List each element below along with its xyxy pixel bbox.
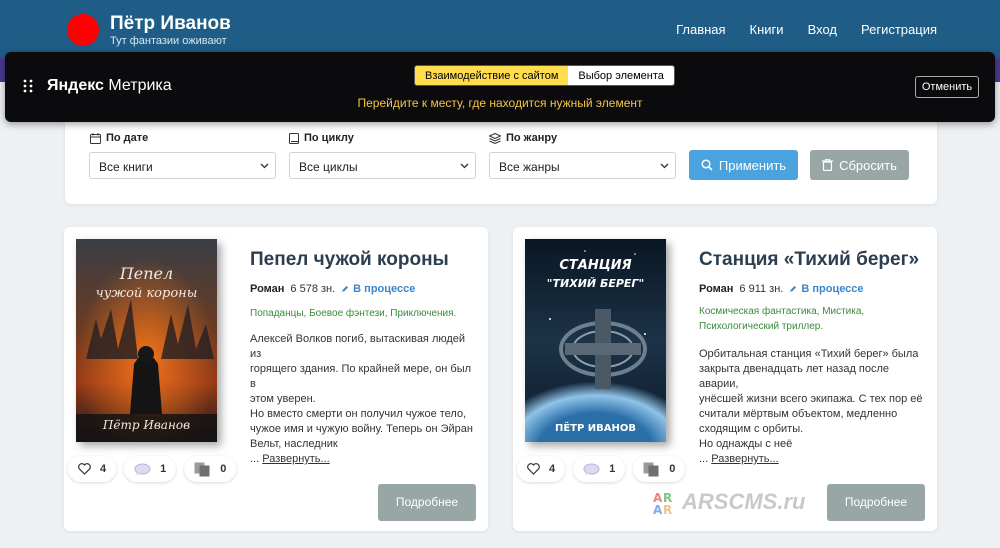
brand-logo[interactable]	[67, 14, 99, 46]
cover-author: ПЁТР ИВАНОВ	[555, 420, 636, 434]
apply-filters-button[interactable]: Применить	[689, 150, 798, 180]
book-card: Пепел чужой короны Пётр Иванов Пепел чуж…	[64, 227, 488, 531]
details-button[interactable]: Подробнее	[827, 484, 925, 521]
likes-counter[interactable]: 4	[517, 456, 566, 482]
book-cover[interactable]: Пепел чужой короны Пётр Иванов	[76, 239, 217, 442]
mode-toggle: Взаимодействие с сайтом Выбор элемента	[414, 65, 675, 86]
filter-cycle-label: По циклу	[289, 132, 354, 144]
pages-icon	[643, 462, 659, 476]
trash-icon	[822, 159, 834, 171]
book-cover[interactable]: СТАНЦИЯ "ТИХИЙ БЕРЕГ" ПЁТР ИВАНОВ	[525, 239, 666, 442]
cover-title-line-1: Пепел	[119, 264, 173, 283]
book-icon	[289, 132, 299, 144]
site-title[interactable]: Пётр Иванов	[110, 13, 231, 35]
book-length: 6 578 зн.	[290, 283, 336, 295]
pen-icon	[342, 286, 349, 292]
filter-genre-select[interactable]: Все жанры	[489, 152, 676, 179]
nav-books[interactable]: Книги	[750, 22, 784, 37]
status-badge: В процессе	[341, 283, 415, 295]
cover-title-line-2: "ТИХИЙ БЕРЕГ"	[547, 277, 644, 290]
filter-date-label: По дате	[90, 132, 148, 144]
expand-link[interactable]: Развернуть...	[262, 453, 329, 465]
book-cover-art: Пепел чужой короны Пётр Иванов	[76, 239, 217, 442]
book-stats: 4 1 0	[517, 456, 686, 482]
details-button[interactable]: Подробнее	[378, 484, 476, 521]
nav-login[interactable]: Вход	[808, 22, 837, 37]
comments-counter[interactable]: 1	[124, 456, 177, 482]
mode-select-element-button[interactable]: Выбор элемента	[568, 66, 674, 85]
metrika-hint: Перейдите к месту, где находится нужный …	[357, 96, 643, 110]
book-type: Роман	[699, 283, 734, 295]
book-type: Роман	[250, 283, 285, 295]
book-card: СТАНЦИЯ "ТИХИЙ БЕРЕГ" ПЁТР ИВАНОВ Станци…	[513, 227, 937, 531]
filter-panel: По дате Все книги По циклу Все циклы По …	[65, 122, 937, 204]
pages-icon	[194, 462, 210, 476]
site-header: Пётр Иванов Тут фантазии оживают Главная…	[0, 0, 1000, 58]
watermark: A R A R ARSCMS.ru	[653, 489, 806, 515]
book-annotation: Орбитальная станция «Тихий берег» была з…	[699, 348, 923, 465]
filter-genre-label: По жанру	[489, 132, 557, 144]
cover-title-line-1: СТАНЦИЯ	[559, 258, 631, 273]
chevron-down-icon	[460, 163, 469, 169]
pages-counter[interactable]: 0	[633, 456, 686, 482]
main-nav: Главная Книги Вход Регистрация	[676, 22, 937, 37]
comment-icon	[134, 463, 151, 475]
pen-icon	[790, 286, 797, 292]
cover-author: Пётр Иванов	[102, 418, 190, 432]
filter-date-select[interactable]: Все книги	[89, 152, 276, 179]
cancel-button[interactable]: Отменить	[915, 76, 979, 98]
reset-filters-button[interactable]: Сбросить	[810, 150, 909, 180]
book-length: 6 911 зн.	[739, 283, 784, 295]
drag-handle-icon[interactable]	[23, 79, 33, 93]
layers-icon	[489, 132, 501, 144]
search-icon	[701, 159, 713, 171]
cover-title-line-2: чужой короны	[96, 286, 198, 301]
book-cover-art: СТАНЦИЯ "ТИХИЙ БЕРЕГ" ПЁТР ИВАНОВ	[525, 239, 666, 442]
metrika-logo: Яндекс Метрика	[47, 77, 172, 94]
comments-counter[interactable]: 1	[573, 456, 626, 482]
status-badge: В процессе	[789, 283, 864, 295]
filter-cycle-select[interactable]: Все циклы	[289, 152, 476, 179]
book-stats: 4 1 0	[68, 456, 237, 482]
mode-interaction-button[interactable]: Взаимодействие с сайтом	[415, 66, 569, 85]
book-title[interactable]: Пепел чужой короны	[250, 249, 449, 271]
book-title[interactable]: Станция «Тихий берег»	[699, 249, 919, 271]
expand-link[interactable]: Развернуть...	[711, 453, 778, 465]
comment-icon	[583, 463, 600, 475]
book-annotation: Алексей Волков погиб, вытаскивая людей и…	[250, 333, 473, 465]
heart-icon	[78, 463, 91, 475]
svg-text:A: A	[653, 503, 663, 515]
likes-counter[interactable]: 4	[68, 456, 117, 482]
arscms-logo-icon: A R A R	[653, 491, 672, 515]
book-meta: Роман 6 911 зн. В процессе	[699, 283, 864, 295]
heart-icon	[527, 463, 540, 475]
book-genres[interactable]: Попаданцы, Боевое фэнтези, Приключения.	[250, 306, 465, 321]
calendar-icon	[90, 132, 101, 144]
chevron-down-icon	[260, 163, 269, 169]
pages-counter[interactable]: 0	[184, 456, 237, 482]
book-genres[interactable]: Космическая фантастика, Мистика, Психоло…	[699, 304, 914, 334]
metrika-toolbar: Яндекс Метрика Взаимодействие с сайтом В…	[5, 52, 995, 122]
chevron-down-icon	[660, 163, 669, 169]
nav-register[interactable]: Регистрация	[861, 22, 937, 37]
nav-home[interactable]: Главная	[676, 22, 725, 37]
svg-text:R: R	[663, 503, 672, 515]
site-tagline: Тут фантазии оживают	[110, 35, 227, 47]
book-meta: Роман 6 578 зн. В процессе	[250, 283, 415, 295]
